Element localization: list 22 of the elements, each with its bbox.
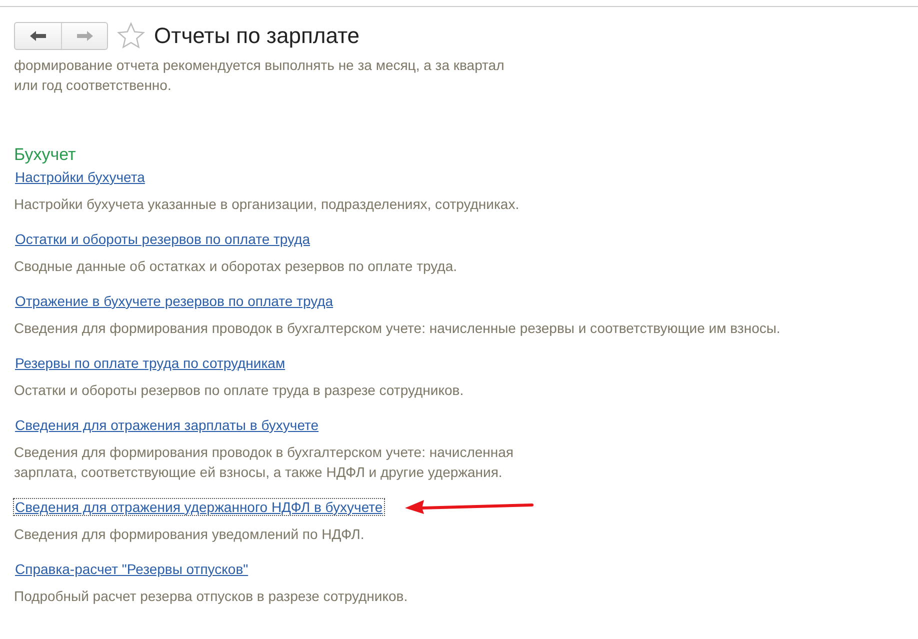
forward-arrow-icon xyxy=(76,30,94,42)
description-text: Сведения для формирования проводок в бухгалтерском учете: начисленная xyxy=(14,443,514,462)
description-text: или год соответственно. xyxy=(14,76,172,95)
report-link[interactable]: Настройки бухучета xyxy=(14,169,146,185)
star-icon[interactable] xyxy=(116,21,146,51)
report-link[interactable]: Отражение в бухучете резервов по оплате труда xyxy=(14,293,334,309)
description-text: формирование отчета рекомендуется выполнять не за месяц, а за квартал xyxy=(14,56,506,75)
description-text: зарплата, соответствующие ей взносы, а также НДФЛ и другие удержания. xyxy=(14,463,504,482)
description-text: Сводные данные об остатках и оборотах резервов по оплате труда. xyxy=(14,257,458,276)
back-arrow-icon xyxy=(29,30,47,42)
description-text: Сведения для формирования уведомлений по НДФЛ. xyxy=(14,525,366,544)
report-link[interactable]: Сведения для отражения удержанного НДФЛ в бухучете xyxy=(14,499,384,515)
report-link[interactable]: Справка-расчет "Резервы отпусков" xyxy=(14,561,250,577)
description-text: Сведения для формирования проводок в бухгалтерском учете: начисленные резервы и соответствующие им взносы. xyxy=(14,319,782,338)
description-text: Подробный расчет резерва отпусков в разрезе сотрудников. xyxy=(14,587,409,606)
description-text: Настройки бухучета указанные в организации, подразделениях, сотрудниках. xyxy=(14,195,520,214)
section-title: Бухучет xyxy=(14,144,77,166)
window-title: Отчеты по зарплате xyxy=(154,23,360,49)
report-link[interactable]: Остатки и обороты резервов по оплате труда xyxy=(14,231,312,247)
report-link[interactable]: Сведения для отражения зарплаты в бухучете xyxy=(14,417,320,433)
description-text: Остатки и обороты резервов по оплате труда в разрезе сотрудников. xyxy=(14,381,465,400)
report-link[interactable]: Резервы по оплате труда по сотрудникам xyxy=(14,355,286,371)
